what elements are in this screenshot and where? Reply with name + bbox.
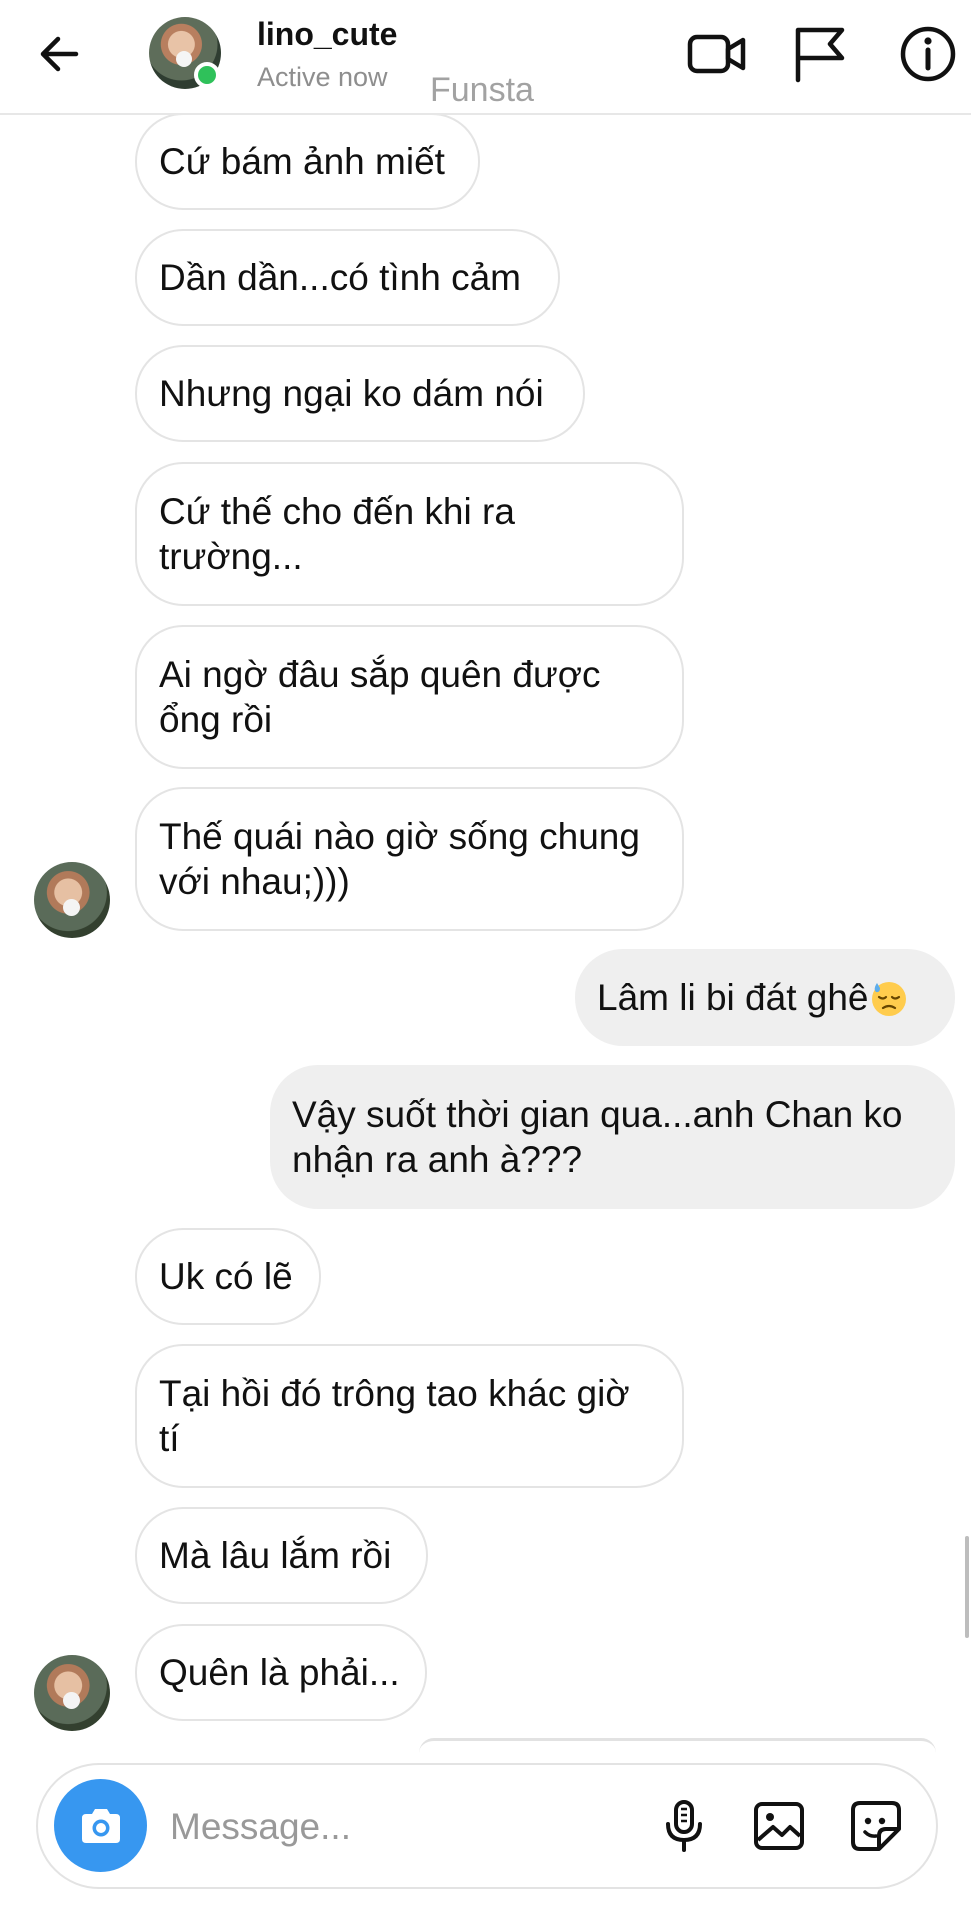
sticker-icon[interactable]	[846, 1796, 906, 1856]
message-bubble-incoming[interactable]: Cứ bám ảnh miết	[135, 113, 480, 210]
message-input[interactable]	[170, 1801, 530, 1853]
camera-icon[interactable]	[54, 1779, 147, 1872]
message-bubble-incoming[interactable]: Nhưng ngại ko dám nói	[135, 345, 585, 442]
message-text: Quên là phải...	[159, 1652, 400, 1693]
active-status: Active now	[257, 62, 388, 92]
message-bubble-outgoing[interactable]: Vậy suốt thời gian qua...anh Chan ko nhậ…	[270, 1065, 955, 1209]
video-camera-icon[interactable]	[685, 22, 749, 86]
watermark-text: Funsta	[430, 71, 534, 109]
contact-avatar-small[interactable]	[34, 862, 110, 938]
message-text: Vậy suốt thời gian qua...anh Chan ko nhậ…	[292, 1094, 903, 1180]
contact-username[interactable]: lino_cute	[257, 16, 397, 53]
message-text: Nhưng ngại ko dám nói	[159, 373, 544, 414]
message-text: Cứ thế cho đến khi ra trường...	[159, 491, 515, 577]
chat-header: lino_cute Active now Funsta	[0, 0, 971, 115]
scrollbar[interactable]	[965, 1536, 969, 1638]
downcast-sweat-emoji	[869, 978, 909, 1018]
next-message-edge	[419, 1738, 936, 1753]
message-bubble-incoming[interactable]: Thế quái nào giờ sống chung với nhau;)))	[135, 787, 684, 931]
message-text: Tại hồi đó trông tao khác giờ tí	[159, 1373, 630, 1459]
message-bubble-incoming[interactable]: Cứ thế cho đến khi ra trường...	[135, 462, 684, 606]
message-bubble-incoming[interactable]: Quên là phải...	[135, 1624, 427, 1721]
message-text: Mà lâu lắm rồi	[159, 1535, 392, 1576]
message-text: Thế quái nào giờ sống chung với nhau;)))	[159, 816, 640, 902]
contact-avatar-small[interactable]	[34, 1655, 110, 1731]
back-arrow-icon[interactable]	[34, 28, 86, 80]
microphone-icon[interactable]	[654, 1796, 714, 1856]
message-text: Cứ bám ảnh miết	[159, 141, 445, 182]
chat-screen: lino_cute Active now Funsta Cứ bám ảnh m…	[0, 0, 971, 1920]
message-bubble-incoming[interactable]: Ai ngờ đâu sắp quên được ổng rồi	[135, 625, 684, 769]
message-text: Ai ngờ đâu sắp quên được ổng rồi	[159, 654, 601, 740]
flag-icon[interactable]	[788, 22, 852, 86]
message-bubble-incoming[interactable]: Uk có lẽ	[135, 1228, 321, 1325]
message-text: Lâm li bi đát ghê	[597, 977, 869, 1018]
message-composer	[36, 1763, 938, 1889]
info-icon[interactable]	[896, 22, 960, 86]
message-bubble-outgoing[interactable]: Lâm li bi đát ghê	[575, 949, 955, 1046]
message-bubble-incoming[interactable]: Dần dần...có tình cảm	[135, 229, 560, 326]
message-bubble-incoming[interactable]: Tại hồi đó trông tao khác giờ tí	[135, 1344, 684, 1488]
image-icon[interactable]	[749, 1796, 809, 1856]
message-text: Uk có lẽ	[159, 1256, 293, 1297]
online-indicator	[194, 62, 220, 88]
message-bubble-incoming[interactable]: Mà lâu lắm rồi	[135, 1507, 428, 1604]
message-text: Dần dần...có tình cảm	[159, 257, 521, 298]
